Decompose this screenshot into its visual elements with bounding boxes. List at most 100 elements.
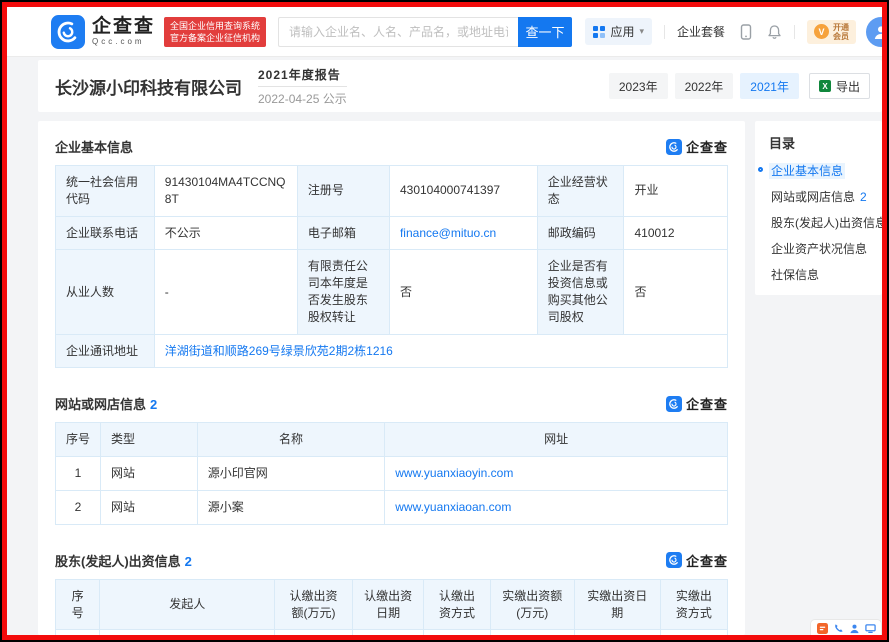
table-row: 2 网站 源小案 www.yuanxiaoan.com (56, 490, 728, 524)
qcc-logo[interactable]: 企查查 Qcc.com 全国企业信用查询系统 官方备案企业征信机构 (51, 15, 266, 49)
cell-index: 1 (56, 630, 100, 635)
annotation-red-frame: 企查查 Qcc.com 全国企业信用查询系统 官方备案企业征信机构 查一下 应用… (2, 2, 887, 640)
toc-item-count: 2 (860, 190, 867, 204)
section-title-text: 股东(发起人)出资信息 (55, 554, 181, 569)
apps-grid-icon (593, 26, 605, 38)
section-shareholders-header: 股东(发起人)出资信息2 企查查 (55, 551, 728, 570)
vip-label-line1: 开通 (833, 23, 849, 32)
cell-url: www.yuanxiaoan.com (385, 490, 728, 524)
toc-sidebar: 目录 企业基本信息 网站或网店信息2 股东(发起人)出资信息2 企业资产状况信息… (755, 121, 882, 295)
shareholders-table: 序号 发起人 认缴出资额(万元) 认缴出资日期 认缴出资方式 实缴出资额(万元)… (55, 579, 728, 635)
excel-icon: X (819, 80, 831, 92)
label-cell: 从业人数 (56, 250, 155, 334)
table-row: 企业联系电话 不公示 电子邮箱 finance@mituo.cn 邮政编码 41… (56, 216, 728, 250)
cell-paid-method: 其他 (660, 630, 727, 635)
year-tab-2021[interactable]: 2021年 (740, 73, 799, 99)
vip-upgrade-button[interactable]: V 开通 会员 (807, 20, 856, 44)
col-header-name: 名称 (197, 423, 384, 457)
col-header-type: 类型 (101, 423, 198, 457)
user-avatar[interactable] (866, 17, 882, 47)
qcc-watermark-text: 企查查 (686, 551, 728, 570)
label-cell: 统一社会信用代码 (56, 166, 155, 217)
top-header: 企查查 Qcc.com 全国企业信用查询系统 官方备案企业征信机构 查一下 应用… (7, 7, 882, 57)
label-cell: 电子邮箱 (297, 216, 389, 250)
table-header-row: 序号 类型 名称 网址 (56, 423, 728, 457)
toc-item-label: 股东(发起人)出资信息 (769, 215, 882, 231)
toc-item-website-info[interactable]: 网站或网店信息2 (769, 190, 882, 204)
value-cell: finance@mituo.cn (389, 216, 537, 250)
website-url-link[interactable]: www.yuanxiaoyin.com (395, 466, 513, 480)
report-publish-date: 2022-04-25 公示 (258, 87, 347, 107)
table-row: 1 网站 源小印官网 www.yuanxiaoyin.com (56, 457, 728, 491)
report-content-card: 企业基本信息 企查查 统一社会信用代码 91430104MA4TCCNQ8T 注… (38, 121, 745, 635)
qcc-watermark-icon (666, 139, 682, 155)
label-cell: 有限责任公司本年度是否发生股东股权转让 (297, 250, 389, 334)
value-cell: 不公示 (154, 216, 297, 250)
toc-item-basic-info[interactable]: 企业基本信息 (769, 164, 882, 178)
toc-title: 目录 (769, 133, 882, 152)
toc-item-label: 企业基本信息 (769, 163, 845, 179)
label-cell: 邮政编码 (537, 216, 624, 250)
section-title-shareholders: 股东(发起人)出资信息2 (55, 551, 192, 570)
enterprise-package-link[interactable]: 企业套餐 (677, 23, 725, 40)
toc-item-assets[interactable]: 企业资产状况信息 (769, 242, 882, 256)
report-meta: 2021年度报告 2022-04-25 公示 (258, 66, 347, 107)
mobile-app-icon[interactable] (739, 24, 753, 40)
report-title-bar: 长沙源小印科技有限公司 2021年度报告 2022-04-25 公示 2023年… (38, 60, 882, 112)
active-dot-icon (758, 167, 763, 172)
label-cell: 企业经营状态 (537, 166, 624, 217)
export-button[interactable]: X 导出 (809, 73, 870, 99)
toc-item-shareholders[interactable]: 股东(发起人)出资信息2 (769, 216, 882, 230)
certification-badge-line1: 全国企业信用查询系统 (170, 20, 260, 32)
toc-item-label: 社保信息 (769, 267, 821, 283)
vip-label-line2: 会员 (833, 32, 849, 41)
chevron-down-icon: ▾ (639, 26, 644, 37)
year-tab-2023[interactable]: 2023年 (609, 73, 668, 99)
brand-name: 企查查 (92, 17, 155, 37)
qcc-logo-icon (51, 15, 85, 49)
qcc-watermark: 企查查 (666, 137, 728, 156)
section-title-text: 网站或网店信息 (55, 397, 146, 412)
col-header-url: 网址 (385, 423, 728, 457)
toc-item-label: 网站或网店信息 (769, 189, 857, 205)
cell-name: 源小印官网 (197, 457, 384, 491)
section-title-basic-info: 企业基本信息 (55, 137, 133, 156)
website-url-link[interactable]: www.yuanxiaoan.com (395, 500, 511, 514)
col-header-subscribed-method: 认缴出资方式 (424, 579, 491, 630)
toc-list: 企业基本信息 网站或网店信息2 股东(发起人)出资信息2 企业资产状况信息 社保… (769, 164, 882, 282)
qcc-watermark-text: 企查查 (686, 394, 728, 413)
notifications-bell-icon[interactable] (767, 24, 782, 40)
address-link[interactable]: 洋湖街道和顺路269号绿景欣苑2期2栋1216 (165, 344, 393, 358)
value-cell: 洋湖街道和顺路269号绿景欣苑2期2栋1216 (154, 334, 727, 368)
value-cell: 否 (389, 250, 537, 334)
person-icon[interactable] (849, 623, 860, 634)
cell-subscribed-date: 2035-12-31 (353, 630, 424, 635)
table-row: 从业人数 - 有限责任公司本年度是否发生股东股权转让 否 企业是否有投资信息或购… (56, 250, 728, 334)
vip-crown-icon: V (814, 24, 829, 39)
phone-icon[interactable] (833, 623, 844, 634)
col-header-subscribed-date: 认缴出资日期 (353, 579, 424, 630)
label-cell: 企业是否有投资信息或购买其他公司股权 (537, 250, 624, 334)
email-link[interactable]: finance@mituo.cn (400, 226, 496, 240)
monitor-icon[interactable] (865, 623, 876, 634)
value-cell: - (154, 250, 297, 334)
table-row: 统一社会信用代码 91430104MA4TCCNQ8T 注册号 43010400… (56, 166, 728, 217)
top-nav: 应用 ▾ 企业套餐 V 开通 会员 (585, 17, 882, 47)
cell-name: 源小案 (197, 490, 384, 524)
contact-chat-icon[interactable] (817, 623, 828, 634)
col-header-paid-amount: 实缴出资额(万元) (490, 579, 574, 630)
brand-domain: Qcc.com (92, 37, 155, 46)
apps-menu-button[interactable]: 应用 ▾ (585, 18, 652, 45)
search-button[interactable]: 查一下 (518, 17, 572, 47)
qcc-logo-text: 企查查 Qcc.com (92, 17, 155, 46)
nav-divider (794, 25, 795, 39)
company-name: 长沙源小印科技有限公司 (55, 74, 242, 99)
label-cell: 注册号 (297, 166, 389, 217)
year-tab-2022[interactable]: 2022年 (675, 73, 734, 99)
col-header-founder: 发起人 (100, 579, 275, 630)
cell-founder: 长沙米拓信息技术有限公司 (100, 630, 275, 635)
search-input[interactable] (278, 17, 518, 47)
page: 企查查 Qcc.com 全国企业信用查询系统 官方备案企业征信机构 查一下 应用… (7, 7, 882, 635)
label-cell: 企业通讯地址 (56, 334, 155, 368)
toc-item-social-security[interactable]: 社保信息 (769, 268, 882, 282)
